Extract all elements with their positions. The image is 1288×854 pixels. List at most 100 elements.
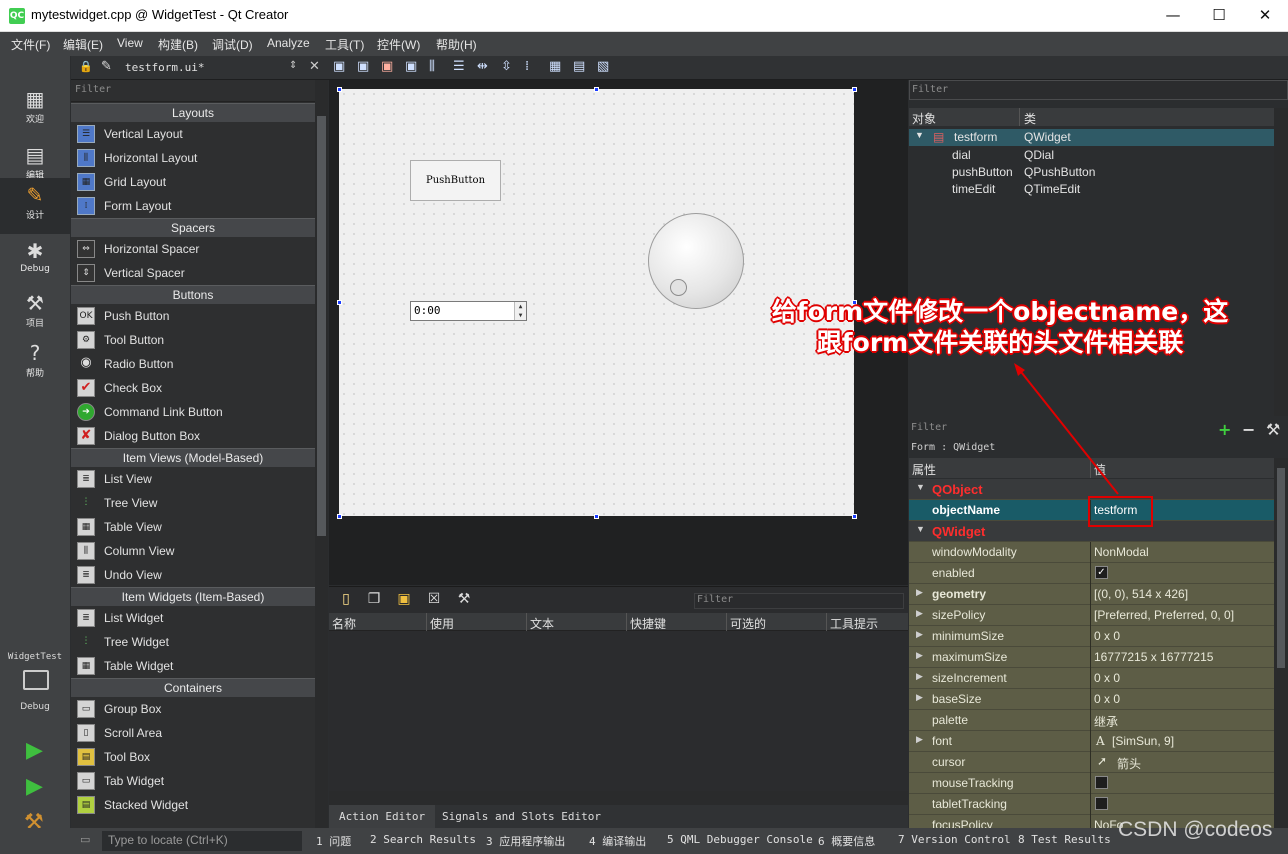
widget-table-view[interactable]: ▦ Table View — [71, 515, 315, 539]
widget-radio-button[interactable]: ◉ Radio Button — [71, 352, 315, 376]
output-tab-application-output[interactable]: 3 应用程序输出 — [486, 833, 565, 849]
output-tab-search-results[interactable]: 2 Search Results — [370, 833, 476, 846]
layout-horizontal-icon[interactable]: ⫼ — [429, 59, 435, 74]
property-cursor[interactable]: cursor ➚ 箭头 — [909, 752, 1274, 773]
object-row-testform[interactable]: ▼ ▤ testform QWidget — [909, 129, 1274, 146]
kit-selector-monitor-icon[interactable] — [23, 670, 49, 690]
copy-action-icon[interactable]: ❐ — [365, 591, 383, 609]
object-filter-input[interactable]: Filter — [909, 80, 1288, 100]
adjust-size-icon[interactable]: ▧ — [597, 59, 609, 74]
property-windowmodality[interactable]: windowModality NonModal — [909, 542, 1274, 563]
widget-push-button[interactable]: OK Push Button — [71, 304, 315, 328]
collapse-arrow-icon[interactable]: ▼ — [916, 482, 925, 492]
mode-help[interactable]: ? 帮助 — [0, 336, 70, 392]
output-tab-general-messages[interactable]: 6 概要信息 — [818, 833, 875, 849]
widget-tab-widget[interactable]: ▭ Tab Widget — [71, 769, 315, 793]
configure-wrench-icon[interactable]: ⚒ — [455, 591, 473, 609]
category-buttons[interactable]: Buttons — [71, 285, 315, 304]
widget-table-widget[interactable]: ▦ Table Widget — [71, 654, 315, 678]
col-tooltip[interactable]: 工具提示 — [830, 615, 878, 632]
add-property-icon[interactable]: + — [1218, 420, 1231, 439]
mode-projects[interactable]: ⚒ 项目 — [0, 286, 70, 342]
menu-view[interactable]: View — [117, 36, 143, 50]
layout-form-icon[interactable]: ⁞ — [525, 59, 529, 74]
property-geometry[interactable]: ▶ geometry [(0, 0), 514 x 426] — [909, 584, 1274, 605]
expand-arrow-icon[interactable]: ▶ — [916, 671, 923, 682]
tab-action-editor[interactable]: Action Editor — [329, 805, 436, 829]
expand-arrow-icon[interactable]: ▶ — [916, 608, 923, 619]
category-layouts[interactable]: Layouts — [71, 103, 315, 122]
menu-tools[interactable]: 工具(T) — [325, 36, 364, 53]
new-action-icon[interactable]: ▯ — [337, 591, 355, 609]
widget-vertical-layout[interactable]: ☰ Vertical Layout — [71, 122, 315, 146]
expand-arrow-icon[interactable]: ▶ — [916, 629, 923, 640]
output-tab-qml-debugger[interactable]: 5 QML Debugger Console — [667, 833, 813, 846]
widget-check-box[interactable]: ✔ Check Box — [71, 376, 315, 400]
col-object[interactable]: 对象 — [912, 110, 936, 127]
widget-list-view[interactable]: ≣ List View — [71, 467, 315, 491]
scrollbar-thumb[interactable] — [1277, 468, 1285, 668]
widget-scroll-area[interactable]: ▯ Scroll Area — [71, 721, 315, 745]
output-tab-test-results[interactable]: 8 Test Results — [1018, 833, 1111, 846]
widget-tree-widget[interactable]: ⋮ Tree Widget — [71, 630, 315, 654]
close-button[interactable]: ✕ — [1242, 0, 1288, 32]
widget-horizontal-spacer[interactable]: ⇔ Horizontal Spacer — [71, 237, 315, 261]
mode-design[interactable]: ✎ 设计 — [0, 178, 70, 234]
paste-action-icon[interactable]: ▣ — [395, 591, 413, 609]
edit-widgets-icon[interactable]: ▣ — [333, 59, 345, 74]
property-mousetracking[interactable]: mouseTracking — [909, 773, 1274, 794]
col-used[interactable]: 使用 — [430, 615, 454, 632]
widget-tree-view[interactable]: ⋮ Tree View — [71, 491, 315, 515]
widget-grid-layout[interactable]: ▦ Grid Layout — [71, 170, 315, 194]
delete-action-icon[interactable]: ☒ — [425, 591, 443, 609]
object-row-pushbutton[interactable]: pushButton QPushButton — [909, 164, 1274, 181]
layout-v-splitter-icon[interactable]: ⇳ — [501, 59, 512, 74]
mousetracking-checkbox[interactable] — [1095, 776, 1108, 789]
edit-tab-order-icon[interactable]: ▣ — [405, 59, 417, 74]
tab-signals-slots-editor[interactable]: Signals and Slots Editor — [432, 805, 611, 829]
menu-help[interactable]: 帮助(H) — [436, 36, 477, 53]
object-row-timeedit[interactable]: timeEdit QTimeEdit — [909, 181, 1274, 198]
expand-arrow-icon[interactable]: ▶ — [916, 692, 923, 703]
widget-undo-view[interactable]: ≣ Undo View — [71, 563, 315, 587]
expand-arrow-icon[interactable]: ▶ — [916, 587, 923, 598]
open-file-name[interactable]: testform.ui* — [125, 61, 204, 74]
resize-handle[interactable] — [337, 300, 342, 305]
close-file-icon[interactable]: ✕ — [309, 59, 320, 74]
property-minimumsize[interactable]: ▶ minimumSize 0 x 0 — [909, 626, 1274, 647]
file-switch-chevron-icon[interactable]: ⇕ — [289, 60, 297, 71]
form-time-edit[interactable]: 0:00 ▲ ▼ — [410, 301, 527, 321]
minimize-button[interactable]: — — [1150, 0, 1196, 32]
widget-dialog-button-box[interactable]: ✘ Dialog Button Box — [71, 424, 315, 448]
collapse-arrow-icon[interactable]: ▼ — [916, 524, 925, 534]
property-font[interactable]: ▶ font A [SimSun, 9] — [909, 731, 1274, 752]
layout-h-splitter-icon[interactable]: ⇹ — [477, 59, 488, 74]
col-property[interactable]: 属性 — [912, 461, 936, 478]
col-class[interactable]: 类 — [1024, 110, 1036, 127]
category-spacers[interactable]: Spacers — [71, 218, 315, 237]
expand-arrow-icon[interactable]: ▼ — [915, 130, 924, 140]
resize-handle[interactable] — [594, 514, 599, 519]
spin-arrows-icon[interactable]: ▲ ▼ — [514, 302, 526, 320]
widget-horizontal-layout[interactable]: ⫼ Horizontal Layout — [71, 146, 315, 170]
widget-list-widget[interactable]: ≣ List Widget — [71, 606, 315, 630]
resize-handle[interactable] — [852, 514, 857, 519]
widget-command-link-button[interactable]: ➔ Command Link Button — [71, 400, 315, 424]
locator-input[interactable]: Type to locate (Ctrl+K) — [102, 831, 302, 851]
toggle-sidebar-icon[interactable]: ▭ — [80, 833, 90, 846]
action-filter-input[interactable]: Filter — [694, 593, 904, 609]
resize-handle[interactable] — [594, 87, 599, 92]
widget-box-scrollbar[interactable] — [315, 80, 328, 828]
resize-handle[interactable] — [337, 514, 342, 519]
widget-tool-button[interactable]: ⚙ Tool Button — [71, 328, 315, 352]
property-maximumsize[interactable]: ▶ maximumSize 16777215 x 16777215 — [909, 647, 1274, 668]
property-enabled[interactable]: enabled ✓ — [909, 563, 1274, 584]
layout-vertical-icon[interactable]: ☰ — [453, 59, 465, 74]
mode-debug[interactable]: ✱ Debug — [0, 234, 70, 290]
remove-property-icon[interactable]: − — [1242, 420, 1255, 439]
output-tab-issues[interactable]: 1 问题 — [316, 833, 351, 849]
widget-column-view[interactable]: ⫼ Column View — [71, 539, 315, 563]
tablettracking-checkbox[interactable] — [1095, 797, 1108, 810]
layout-grid-icon[interactable]: ▦ — [549, 59, 561, 74]
action-horizontal-scrollbar[interactable] — [329, 791, 908, 805]
